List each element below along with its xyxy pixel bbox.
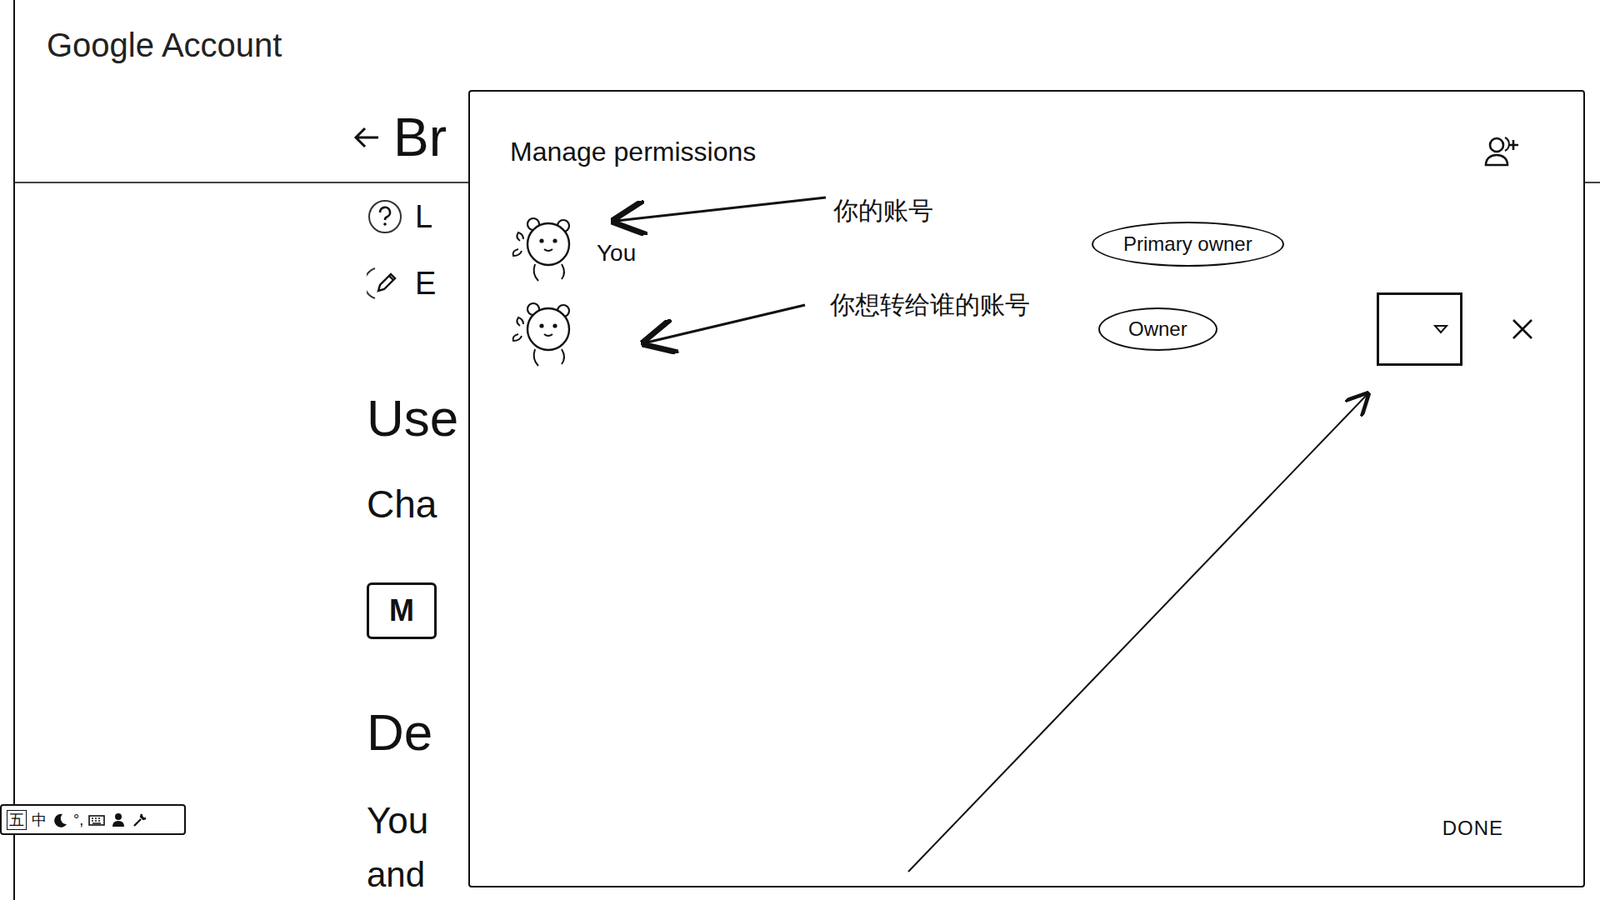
back-arrow-icon[interactable] [350, 120, 384, 155]
person-icon[interactable] [110, 811, 127, 829]
done-button[interactable]: DONE [1437, 812, 1509, 845]
bear-avatar-icon [510, 287, 585, 371]
bear-avatar-icon [510, 202, 585, 286]
role-label: Owner [1098, 307, 1218, 351]
role-label: Primary owner [1091, 221, 1285, 267]
annotation-note: 你的账号 [833, 195, 934, 226]
dialog-title: Manage permissions [510, 135, 756, 169]
manage-permissions-dialog: Manage permissions YouPrimary owner Owner D… [468, 90, 1585, 888]
wrench-icon[interactable] [131, 811, 149, 829]
item-label: E [415, 263, 436, 304]
member-list: YouPrimary owner Owner [510, 200, 1520, 371]
section-text: Cha [366, 479, 437, 530]
annotation-arrows-icon [470, 91, 1587, 890]
member-row: YouPrimary owner [510, 200, 1520, 288]
ime-language[interactable]: 中 [31, 810, 47, 830]
help-icon [366, 198, 404, 235]
remove-x-icon[interactable] [1510, 316, 1535, 342]
role-dropdown[interactable] [1376, 292, 1463, 366]
page-title: Br [393, 104, 447, 171]
dialog-footer: DONE [510, 812, 1520, 845]
member-name: You [596, 238, 1092, 269]
ime-mode[interactable]: 五 [6, 810, 27, 830]
dialog-header: Manage permissions [510, 135, 1520, 169]
keyboard-icon[interactable] [88, 811, 105, 829]
manage-button[interactable]: M [366, 582, 437, 640]
ime-punctuation[interactable]: °, [73, 810, 84, 830]
google-account-logo[interactable]: Google Account [46, 25, 1600, 65]
add-person-icon[interactable] [1483, 135, 1520, 169]
item-label: L [415, 196, 433, 237]
moon-icon[interactable] [51, 811, 69, 829]
ime-toolbar: 五中 °, [0, 804, 186, 835]
caret-down-icon [1433, 324, 1449, 335]
pencil-icon [366, 265, 404, 302]
section-heading: Use [366, 385, 459, 452]
annotation-note: 你想转给谁的账号 [830, 290, 1030, 320]
